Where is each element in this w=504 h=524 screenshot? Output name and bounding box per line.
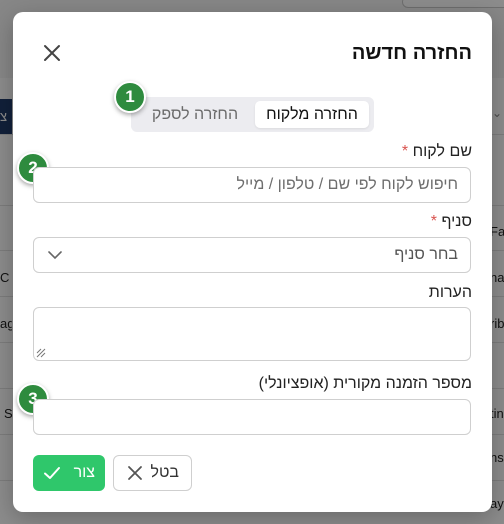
customer-label-text: שם לקוח xyxy=(412,143,472,160)
close-icon xyxy=(44,45,60,61)
customer-label: שם לקוח * xyxy=(402,143,472,161)
order-number-label-text: מספר הזמנה מקורית (אופציונלי) xyxy=(258,375,472,392)
notes-label-text: הערות xyxy=(428,284,472,301)
resize-grip-icon[interactable] xyxy=(36,348,46,358)
branch-select-value: בחר סניף xyxy=(394,246,458,263)
create-button[interactable]: צור xyxy=(33,455,105,491)
step-badge: 1 xyxy=(114,81,146,113)
branch-label-text: סניף xyxy=(441,213,472,230)
order-number-field xyxy=(33,399,471,435)
notes-textarea[interactable] xyxy=(33,307,471,361)
branch-label: סניף * xyxy=(431,213,472,231)
required-mark: * xyxy=(430,213,438,230)
order-number-label: מספר הזמנה מקורית (אופציונלי) xyxy=(259,375,472,393)
chevron-down-icon xyxy=(48,251,62,260)
notes-label: הערות xyxy=(429,284,472,302)
dialog-title: החזרה חדשה xyxy=(351,42,472,64)
check-icon xyxy=(44,467,60,479)
cancel-button[interactable]: בטל xyxy=(113,455,192,491)
close-icon xyxy=(128,466,142,480)
close-button[interactable] xyxy=(41,42,63,64)
tab-return-from-customer[interactable]: החזרה מלקוח xyxy=(255,101,369,128)
cancel-button-label: בטל xyxy=(150,464,180,481)
order-number-input[interactable] xyxy=(34,400,470,434)
customer-search-field xyxy=(33,167,471,203)
return-type-tabs: החזרה מלקוח החזרה לספק xyxy=(131,97,374,132)
tab-return-to-supplier[interactable]: החזרה לספק xyxy=(140,101,250,128)
create-button-label: צור xyxy=(73,464,95,481)
customer-search-input[interactable] xyxy=(34,168,470,202)
required-mark: * xyxy=(401,143,409,160)
branch-select[interactable]: בחר סניף xyxy=(33,237,471,273)
new-return-dialog: החזרה חדשה החזרה מלקוח החזרה לספק 1 2 3 … xyxy=(13,12,492,512)
